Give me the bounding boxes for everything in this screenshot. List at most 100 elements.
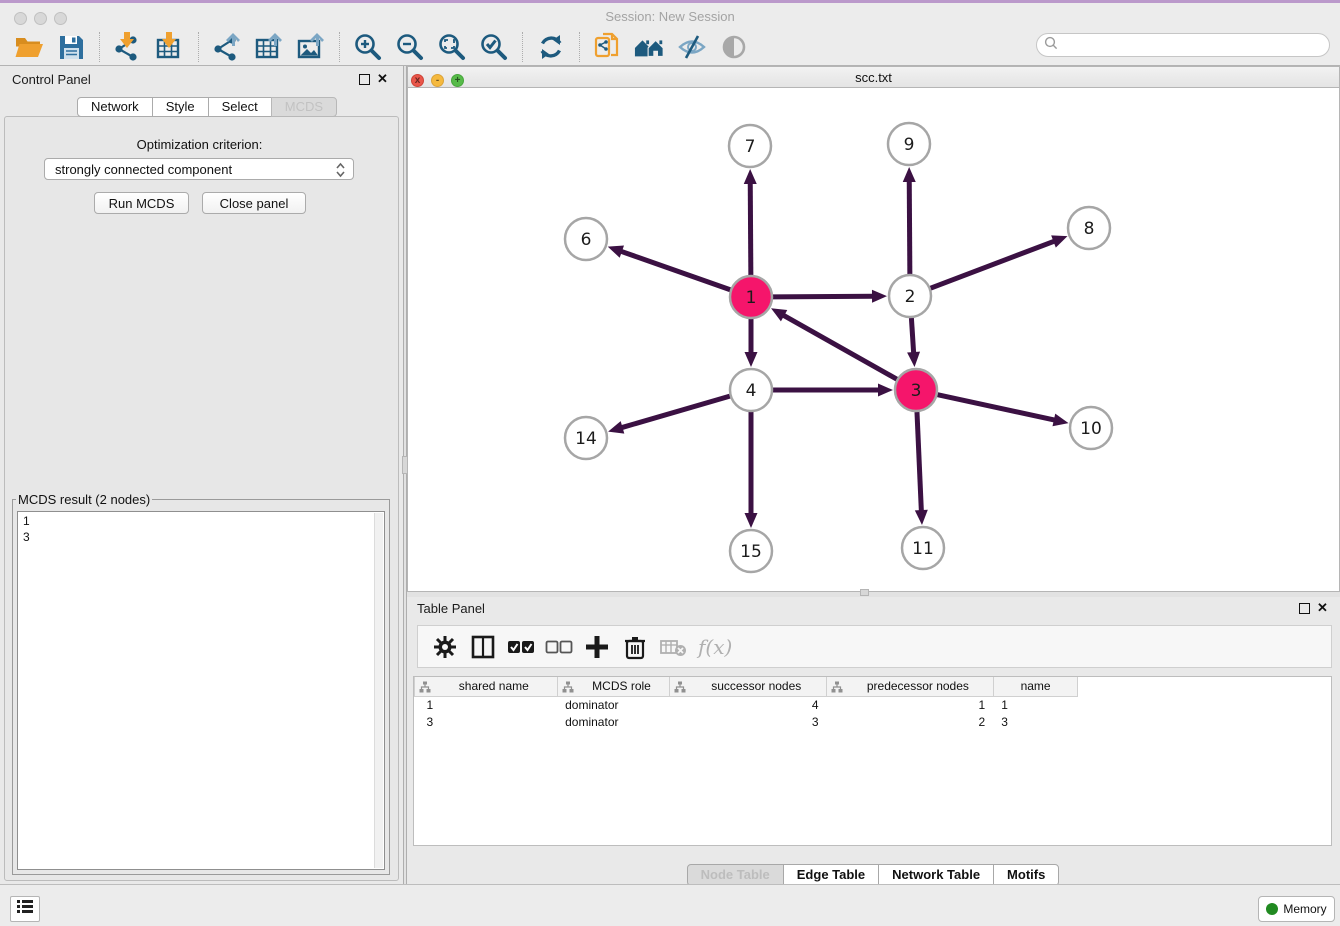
zoom-out-icon[interactable] — [394, 31, 426, 63]
edge-arrowhead — [915, 510, 928, 525]
close-panel-icon[interactable]: ✕ — [377, 71, 388, 87]
node-label-7: 7 — [745, 137, 756, 157]
cell-predecessor-nodes[interactable]: 2 — [827, 713, 994, 730]
select-all-icon[interactable] — [506, 632, 536, 662]
save-icon[interactable] — [55, 31, 87, 63]
memory-label: Memory — [1283, 902, 1326, 916]
column-header-predecessor-nodes[interactable]: predecessor nodes — [827, 677, 994, 696]
zoom-fit-icon[interactable] — [436, 31, 468, 63]
node-label-14: 14 — [575, 429, 597, 449]
home-icon[interactable] — [634, 31, 666, 63]
memory-button[interactable]: Memory — [1258, 896, 1335, 922]
node-label-9: 9 — [904, 135, 915, 155]
gear-icon[interactable] — [430, 632, 460, 662]
control-panel-title: Control Panel — [12, 72, 91, 87]
table-row[interactable]: 1dominator411 — [415, 696, 1332, 713]
tab-select[interactable]: Select — [208, 97, 272, 117]
node-label-3: 3 — [911, 381, 922, 401]
cell-shared-name[interactable]: 1 — [415, 696, 558, 713]
mcds-result-text[interactable]: 1 3 — [17, 511, 385, 870]
scrollbar-track[interactable] — [374, 513, 383, 868]
float-table-panel-icon[interactable] — [1299, 603, 1310, 614]
search-field[interactable] — [1036, 33, 1330, 57]
edge-arrowhead — [745, 513, 758, 528]
import-network-icon[interactable] — [112, 31, 144, 63]
list-icon — [16, 899, 34, 919]
column-header-shared-name[interactable]: shared name — [415, 677, 558, 696]
edge-1-6[interactable] — [620, 251, 730, 290]
edge-1-2[interactable] — [773, 296, 874, 297]
cell-filler — [1078, 713, 1331, 730]
export-image-icon[interactable] — [295, 31, 327, 63]
import-table-icon[interactable] — [154, 31, 186, 63]
optimization-criterion-dropdown[interactable]: strongly connected component — [44, 158, 354, 180]
status-bar — [0, 884, 1340, 926]
edge-3-10[interactable] — [937, 395, 1055, 421]
control-panel-tabs: NetworkStyleSelectMCDS — [78, 97, 337, 117]
run-mcds-button[interactable]: Run MCDS — [94, 192, 189, 214]
cell-name[interactable]: 1 — [993, 696, 1078, 713]
tab-style[interactable]: Style — [152, 97, 209, 117]
node-label-2: 2 — [905, 287, 916, 307]
node-label-4: 4 — [746, 381, 757, 401]
tab-network[interactable]: Network — [77, 97, 153, 117]
tab-edge-table[interactable]: Edge Table — [783, 864, 879, 886]
edge-4-14[interactable] — [621, 396, 730, 428]
cell-MCDS-role[interactable]: dominator — [557, 696, 670, 713]
search-input[interactable] — [1062, 37, 1312, 53]
edge-2-8[interactable] — [931, 241, 1056, 288]
hide-panel-icon[interactable] — [676, 31, 708, 63]
open-folder-icon[interactable] — [13, 31, 45, 63]
float-panel-icon[interactable] — [359, 74, 370, 85]
close-panel-button[interactable]: Close panel — [202, 192, 306, 214]
clone-network-icon[interactable] — [592, 31, 624, 63]
zoom-in-icon[interactable] — [352, 31, 384, 63]
cell-name[interactable]: 3 — [993, 713, 1078, 730]
app-title: Session: New Session — [0, 9, 1340, 24]
optimization-criterion-label: Optimization criterion: — [0, 137, 399, 152]
edge-arrowhead — [872, 290, 887, 303]
refresh-icon[interactable] — [535, 31, 567, 63]
app-titlebar: Session: New Session — [0, 3, 1340, 28]
cell-successor-nodes[interactable]: 4 — [670, 696, 827, 713]
cell-successor-nodes[interactable]: 3 — [670, 713, 827, 730]
tab-mcds[interactable]: MCDS — [271, 97, 337, 117]
dropdown-value: strongly connected component — [55, 162, 232, 177]
tab-node-table[interactable]: Node Table — [687, 864, 784, 886]
show-panel-icon[interactable] — [718, 31, 750, 63]
edge-2-3[interactable] — [911, 318, 913, 354]
table-row[interactable]: 3dominator323 — [415, 713, 1332, 730]
add-row-icon[interactable] — [582, 632, 612, 662]
node-label-10: 10 — [1080, 419, 1102, 439]
column-header-name[interactable]: name — [993, 677, 1078, 696]
edge-arrowhead — [608, 421, 624, 433]
tab-motifs[interactable]: Motifs — [993, 864, 1059, 886]
split-columns-icon[interactable] — [468, 632, 498, 662]
cell-MCDS-role[interactable]: dominator — [557, 713, 670, 730]
export-network-icon[interactable] — [211, 31, 243, 63]
toolbar-separator — [579, 32, 580, 62]
cell-predecessor-nodes[interactable]: 1 — [827, 696, 994, 713]
column-header-successor-nodes[interactable]: successor nodes — [670, 677, 827, 696]
node-label-8: 8 — [1084, 219, 1095, 239]
delete-row-icon[interactable] — [620, 632, 650, 662]
edge-3-1[interactable] — [782, 315, 896, 380]
edge-2-9[interactable] — [909, 180, 910, 274]
horizontal-splitter-grip[interactable] — [860, 589, 869, 596]
task-history-button[interactable] — [10, 896, 40, 922]
toolbar-separator — [99, 32, 100, 62]
cell-shared-name[interactable]: 3 — [415, 713, 558, 730]
zoom-selected-icon[interactable] — [478, 31, 510, 63]
column-header-MCDS-role[interactable]: MCDS role — [557, 677, 670, 696]
network-canvas[interactable]: 1234678910111415 — [408, 88, 1339, 591]
edge-1-7[interactable] — [750, 182, 751, 275]
horizontal-splitter[interactable] — [407, 592, 1340, 597]
edge-arrowhead — [608, 245, 624, 257]
tab-network-table[interactable]: Network Table — [878, 864, 994, 886]
table-toolbar: f(x) — [417, 625, 1332, 668]
export-table-icon[interactable] — [253, 31, 285, 63]
close-table-panel-icon[interactable]: ✕ — [1317, 600, 1328, 616]
delete-table-icon — [658, 632, 688, 662]
edge-3-11[interactable] — [917, 412, 921, 512]
deselect-all-icon[interactable] — [544, 632, 574, 662]
